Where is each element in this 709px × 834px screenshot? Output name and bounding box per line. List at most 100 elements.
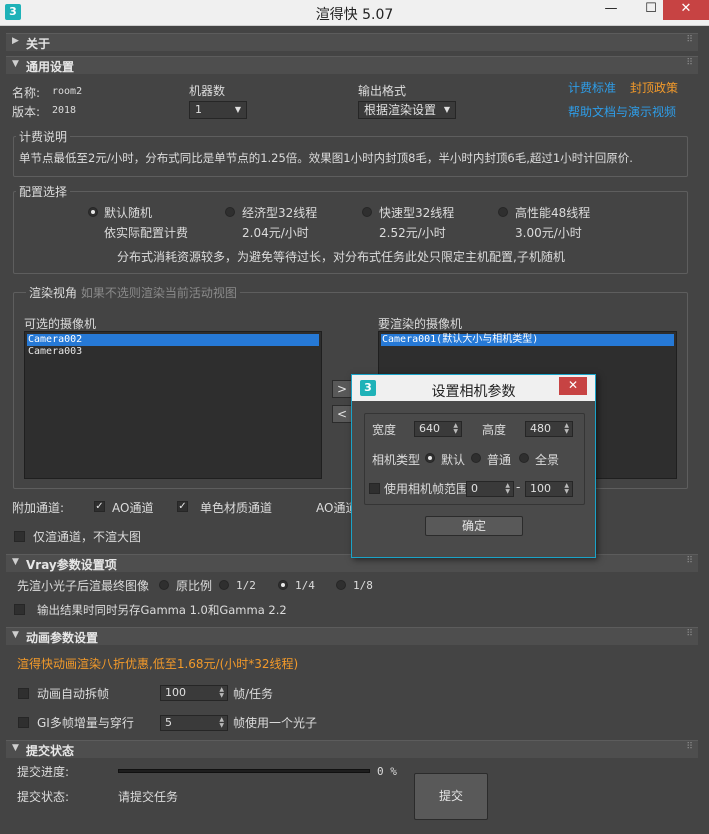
prepass-label: 先渲小光子后渲最终图像 (17, 579, 150, 593)
ratio-half-label: 1/2 (236, 579, 256, 592)
cap-policy-link[interactable]: 封顶政策 (630, 79, 678, 96)
collapse-arrow-icon: ▼ (12, 630, 19, 640)
submit-button[interactable]: 提交 (414, 773, 488, 820)
machines-dropdown[interactable]: 1 ▼ (189, 101, 247, 119)
auto-split-spinner[interactable]: 100 ▲ ▼ (160, 685, 228, 701)
camera-type-default-radio[interactable] (425, 453, 435, 463)
move-right-button[interactable]: > (332, 380, 352, 398)
only-channels-checkbox[interactable] (14, 531, 25, 542)
output-format-dropdown[interactable]: 根据渲染设置 ▼ (358, 101, 456, 119)
mono-channel-checkbox[interactable]: ✓ (177, 501, 188, 512)
submit-progress-text: 0 % (377, 765, 397, 778)
width-value: 640 (419, 422, 440, 435)
move-left-button[interactable]: < (332, 405, 352, 423)
submit-progress-bar (118, 769, 370, 773)
spinner-arrows-icon[interactable]: ▲ ▼ (219, 717, 224, 729)
camera-type-label: 相机类型 (372, 453, 421, 467)
camera-params-dialog[interactable]: 3 设置相机参数 ✕ 宽度 640 ▲ ▼ 高度 480 ▲ ▼ 相机类型 默认 普… (351, 374, 596, 558)
gi-multiframe-label: GI多帧增量与穿行 (37, 716, 134, 730)
camera-type-normal-radio[interactable] (471, 453, 481, 463)
close-window-button[interactable]: ✕ (663, 0, 709, 20)
rollout-general-header[interactable]: ▼ 通用设置 ⠿ (6, 56, 698, 74)
config-default-label: 默认随机 (104, 206, 153, 220)
auto-split-unit: 帧/任务 (233, 687, 274, 701)
minimize-icon[interactable]: — (596, 0, 626, 20)
frame-to-value: 100 (530, 482, 551, 495)
config-performance-radio[interactable] (498, 207, 508, 217)
window-title-bar[interactable]: 3 渲得快 5.07 — ☐ ✕ (0, 0, 709, 26)
ratio-eighth-radio[interactable] (336, 580, 346, 590)
scene-name-label: 名称: (12, 86, 41, 100)
config-note: 分布式消耗资源较多，为避免等待过长，对分布式任务此处只限定主机配置,子机随机 (117, 250, 565, 264)
height-spinner[interactable]: 480 ▲ ▼ (525, 421, 573, 437)
gamma-save-label: 输出结果时同时另存Gamma 1.0和Gamma 2.2 (37, 603, 287, 617)
drag-grip-icon[interactable]: ⠿ (686, 742, 693, 752)
frame-from-spinner[interactable]: 0 ▲ ▼ (466, 481, 514, 497)
gamma-save-checkbox[interactable] (14, 604, 25, 615)
render-cameras-label: 要渲染的摄像机 (378, 317, 463, 331)
billing-standard-link[interactable]: 计费标准 (568, 79, 616, 96)
frame-range-checkbox[interactable] (369, 483, 380, 494)
gi-frames-spinner[interactable]: 5 ▲ ▼ (160, 715, 228, 731)
ao-channel-checkbox[interactable]: ✓ (94, 501, 105, 512)
list-item[interactable]: Camera002 (27, 334, 319, 346)
frame-to-spinner[interactable]: 100 ▲ ▼ (525, 481, 573, 497)
auto-split-label: 动画自动拆帧 (37, 687, 110, 701)
spinner-arrows-icon[interactable]: ▲ ▼ (505, 483, 510, 495)
config-fast-radio[interactable] (362, 207, 372, 217)
camera-type-panorama-radio[interactable] (519, 453, 529, 463)
ratio-quarter-label: 1/4 (295, 579, 315, 592)
submit-status-value: 请提交任务 (118, 790, 179, 804)
rollout-about-label: 关于 (26, 37, 51, 51)
ratio-full-radio[interactable] (159, 580, 169, 590)
dialog-close-button[interactable]: ✕ (559, 377, 587, 395)
config-economy-radio[interactable] (225, 207, 235, 217)
dialog-ok-button[interactable]: 确定 (425, 516, 523, 536)
scene-name-value: room2 (52, 86, 83, 97)
help-docs-link[interactable]: 帮助文档与演示视频 (568, 103, 676, 120)
height-value: 480 (530, 422, 551, 435)
spinner-arrows-icon[interactable]: ▲ ▼ (219, 687, 224, 699)
maximize-icon[interactable]: ☐ (636, 0, 666, 20)
rollout-about-header[interactable]: ▶ 关于 ⠿ (6, 33, 698, 51)
collapse-arrow-icon: ▼ (12, 59, 19, 69)
drag-grip-icon[interactable]: ⠿ (686, 58, 693, 68)
ratio-half-radio[interactable] (219, 580, 229, 590)
spinner-arrows-icon[interactable]: ▲ ▼ (564, 483, 569, 495)
height-label: 高度 (482, 423, 507, 437)
rollout-submit-header[interactable]: ▼ 提交状态 ⠿ (6, 740, 698, 758)
list-item[interactable]: Camera003 (27, 346, 319, 358)
render-view-title: 渲染视角 (29, 286, 78, 300)
available-cameras-list[interactable]: Camera002 Camera003 (24, 331, 322, 479)
config-performance-label: 高性能48线程 (515, 206, 591, 220)
chevron-down-icon: ▼ (443, 105, 450, 114)
config-default-radio[interactable] (88, 207, 98, 217)
list-item[interactable]: Camera001(默认大小与相机类型) (381, 334, 674, 346)
ratio-full-label: 原比例 (176, 579, 213, 593)
drag-grip-icon[interactable]: ⠿ (686, 35, 693, 45)
submit-progress-label: 提交进度: (17, 765, 70, 779)
gi-multiframe-checkbox[interactable] (18, 717, 29, 728)
frame-from-value: 0 (471, 482, 478, 495)
billing-info-title: 计费说明 (16, 128, 71, 145)
version-value: 2018 (52, 105, 77, 116)
drag-grip-icon[interactable]: ⠿ (686, 629, 693, 639)
collapse-arrow-icon: ▼ (12, 557, 19, 567)
config-performance-price: 3.00元/小时 (515, 226, 582, 240)
width-spinner[interactable]: 640 ▲ ▼ (414, 421, 462, 437)
auto-split-checkbox[interactable] (18, 688, 29, 699)
dialog-title-bar[interactable]: 3 设置相机参数 ✕ (352, 375, 595, 401)
spinner-arrows-icon[interactable]: ▲ ▼ (453, 423, 458, 435)
drag-grip-icon[interactable]: ⠿ (686, 556, 693, 566)
ratio-quarter-radio[interactable] (278, 580, 288, 590)
billing-info-text: 单节点最低至2元/小时，分布式同比是单节点的1.25倍。效果图1小时内封顶8毛，… (19, 151, 633, 165)
config-fast-price: 2.52元/小时 (379, 226, 446, 240)
rollout-animation-label: 动画参数设置 (26, 631, 99, 645)
config-economy-price: 2.04元/小时 (242, 226, 309, 240)
expand-arrow-icon: ▶ (12, 36, 19, 46)
animation-promo-text: 渲得快动画渲染八折优惠,低至1.68元/(小时*32线程) (17, 657, 299, 671)
auto-split-value: 100 (165, 686, 186, 699)
only-channels-label: 仅渲通道，不渲大图 (33, 530, 142, 544)
spinner-arrows-icon[interactable]: ▲ ▼ (564, 423, 569, 435)
rollout-animation-header[interactable]: ▼ 动画参数设置 ⠿ (6, 627, 698, 645)
